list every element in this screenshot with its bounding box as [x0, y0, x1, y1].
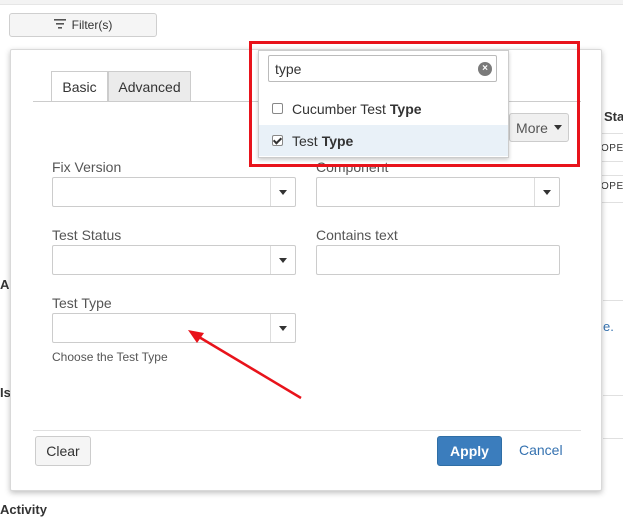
background-link[interactable]: e.: [603, 319, 614, 334]
filter-icon: [53, 18, 66, 32]
tab-basic[interactable]: Basic: [51, 71, 108, 102]
test-type-label: Test Type: [52, 295, 112, 311]
row-divider: [603, 438, 623, 439]
chevron-down-icon: [543, 189, 551, 195]
column-header-status: Sta: [604, 109, 623, 124]
annotation-highlight-box: [249, 41, 580, 167]
chevron-down-icon: [279, 257, 287, 263]
row-divider: [603, 300, 623, 301]
component-select[interactable]: [316, 177, 560, 207]
contains-text-label: Contains text: [316, 227, 398, 243]
status-cell: OPE: [601, 143, 623, 154]
clear-button[interactable]: Clear: [35, 436, 91, 466]
dialog-footer-divider: [33, 430, 581, 431]
cancel-link[interactable]: Cancel: [519, 442, 563, 458]
test-type-hint: Choose the Test Type: [52, 350, 168, 364]
fix-version-select[interactable]: [52, 177, 296, 207]
contains-text-input[interactable]: [316, 245, 560, 275]
dropdown-toggle[interactable]: [534, 178, 559, 206]
apply-button[interactable]: Apply: [437, 436, 502, 466]
page-top-strip: [0, 0, 623, 5]
tab-advanced[interactable]: Advanced: [108, 71, 191, 102]
filters-button-label: Filter(s): [71, 18, 113, 32]
dropdown-toggle[interactable]: [270, 178, 295, 206]
filters-button[interactable]: Filter(s): [9, 13, 157, 37]
row-divider: [603, 395, 623, 396]
dropdown-toggle[interactable]: [270, 246, 295, 274]
status-cell: OPE: [601, 181, 623, 192]
test-status-select[interactable]: [52, 245, 296, 275]
background-heading-fragment: A: [0, 277, 10, 292]
annotation-arrow: [188, 330, 302, 400]
fix-version-label: Fix Version: [52, 159, 122, 175]
chevron-down-icon: [279, 189, 287, 195]
test-status-label: Test Status: [52, 227, 122, 243]
